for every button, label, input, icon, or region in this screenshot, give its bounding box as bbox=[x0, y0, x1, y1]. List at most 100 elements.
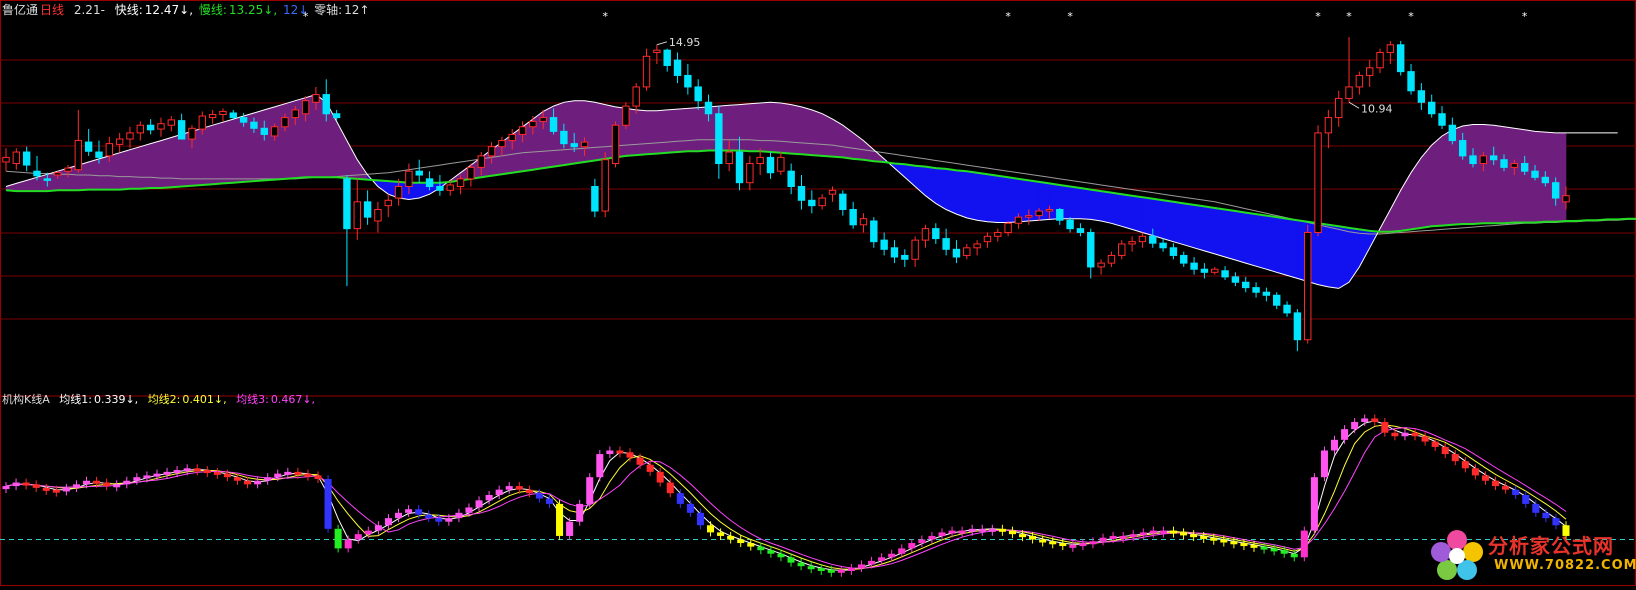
candle-body bbox=[374, 208, 382, 222]
indicator-body bbox=[133, 477, 141, 481]
candle-body bbox=[1376, 51, 1384, 69]
price-candle bbox=[622, 102, 630, 130]
indicator-bar bbox=[1371, 414, 1379, 427]
indicator-bar bbox=[22, 478, 30, 490]
fill-segment-purple bbox=[1493, 124, 1505, 224]
fill-segment-purple bbox=[1441, 129, 1453, 226]
indicator-body bbox=[173, 470, 181, 474]
candle-body bbox=[74, 140, 83, 171]
main-chart-header: 鲁亿通 日线 2.21- 快线: 12.47↓, 慢线: 13.25↓, 12↓ 零轴… bbox=[2, 2, 372, 18]
price-candle bbox=[694, 79, 702, 110]
indicator-bar bbox=[103, 478, 111, 491]
indicator-body bbox=[1481, 475, 1490, 481]
indicator-body bbox=[294, 471, 302, 475]
fill-segment-purple bbox=[88, 158, 100, 190]
indicator-bar bbox=[113, 480, 121, 492]
price-candle bbox=[1407, 63, 1415, 95]
candle-body bbox=[539, 117, 547, 122]
candle-body bbox=[1138, 235, 1147, 243]
indicator-body bbox=[1341, 429, 1349, 440]
candle-body bbox=[849, 208, 857, 226]
price-candle bbox=[1335, 90, 1343, 127]
candle-body bbox=[580, 141, 589, 148]
fast-line-value: 12.47↓, bbox=[144, 3, 194, 17]
fill-segment-blue bbox=[1193, 204, 1205, 252]
indicator-body bbox=[1492, 480, 1500, 487]
fill-segment-blue bbox=[1007, 176, 1019, 223]
indicator-bar bbox=[676, 489, 684, 508]
indicator-body bbox=[978, 528, 986, 532]
indicator-body bbox=[314, 475, 322, 479]
indicator-body bbox=[998, 528, 1006, 532]
candle-body bbox=[1004, 222, 1012, 233]
indicator-body bbox=[394, 512, 403, 519]
indicator-bar bbox=[32, 480, 40, 492]
candle-body bbox=[1107, 254, 1116, 264]
candle-body bbox=[952, 248, 961, 258]
price-candle bbox=[808, 190, 816, 214]
indicator-body bbox=[163, 471, 171, 475]
fill-segment-purple bbox=[1483, 124, 1494, 224]
fill-segment-purple bbox=[790, 104, 802, 155]
indicator-bar bbox=[1169, 526, 1178, 538]
price-candle bbox=[415, 159, 423, 183]
candle-body bbox=[818, 197, 826, 207]
fill-segment-purple bbox=[677, 108, 689, 153]
indicator-body bbox=[1109, 535, 1117, 539]
indicator-body bbox=[485, 495, 493, 501]
fill-segment-purple bbox=[1472, 124, 1484, 225]
indicator-body bbox=[1008, 530, 1016, 535]
fill-segment-blue bbox=[1131, 195, 1143, 233]
signal-star-marker: * bbox=[602, 10, 608, 23]
fill-segment-purple bbox=[842, 124, 854, 160]
candle-body bbox=[229, 112, 237, 119]
indicator-body bbox=[435, 518, 443, 522]
indicator-bar bbox=[1512, 485, 1520, 499]
indicator-body bbox=[787, 557, 795, 563]
indicator-bar bbox=[1310, 473, 1318, 535]
indicator-body bbox=[1190, 534, 1198, 538]
candle-body bbox=[95, 151, 103, 158]
indicator-body bbox=[566, 521, 574, 536]
indicator-body bbox=[1049, 541, 1057, 545]
slow-line-value: 13.25↓, bbox=[228, 3, 278, 17]
indicator-body bbox=[52, 489, 60, 493]
candle-body bbox=[1314, 132, 1322, 233]
indicator-body bbox=[636, 457, 644, 465]
indicator-bar bbox=[1421, 432, 1429, 446]
fill-segment-blue bbox=[1152, 198, 1164, 239]
candle-body bbox=[1479, 155, 1488, 165]
price-candle bbox=[994, 228, 1002, 242]
candle-body bbox=[684, 74, 692, 88]
candle-body bbox=[642, 55, 651, 88]
indicator-bar bbox=[706, 521, 715, 537]
candle-body bbox=[1407, 71, 1415, 92]
flower-logo-icon bbox=[1431, 530, 1483, 580]
fill-segment-purple bbox=[780, 102, 792, 154]
fill-segment-purple bbox=[759, 101, 771, 153]
candle-body bbox=[911, 239, 919, 260]
fill-segment-purple bbox=[232, 115, 244, 184]
price-candle bbox=[1180, 251, 1188, 267]
candle-body bbox=[1438, 113, 1446, 126]
candle-body bbox=[1242, 281, 1250, 289]
price-candle bbox=[1386, 40, 1395, 64]
price-candle bbox=[653, 44, 661, 64]
candle-body bbox=[673, 59, 682, 76]
fill-segment-purple bbox=[1514, 127, 1525, 223]
candle-body bbox=[1427, 101, 1436, 115]
candle-body bbox=[322, 94, 330, 115]
candle-body bbox=[828, 189, 837, 195]
indicator-bar bbox=[1361, 414, 1369, 427]
indicator-bar bbox=[354, 530, 362, 544]
price-candle bbox=[1211, 266, 1219, 275]
candle-body bbox=[1076, 228, 1085, 233]
candle-body bbox=[1551, 182, 1560, 199]
indicator-bar bbox=[1099, 533, 1107, 546]
indicator-body bbox=[535, 493, 543, 499]
fill-segment-blue bbox=[925, 166, 937, 204]
fill-segment-blue bbox=[1121, 193, 1133, 230]
indicator-bar bbox=[807, 562, 815, 574]
fill-segment-purple bbox=[811, 109, 823, 157]
indicator-body bbox=[1069, 544, 1077, 548]
